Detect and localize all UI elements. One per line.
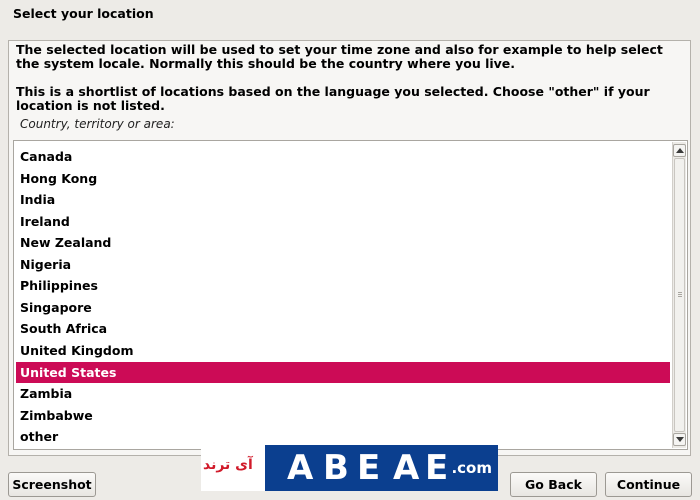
- location-listbox[interactable]: Canada Hong Kong India Ireland New Zealand Ni…: [13, 140, 688, 450]
- watermark-glyph: A: [287, 448, 314, 488]
- list-item[interactable]: Singapore: [16, 297, 670, 318]
- list-item[interactable]: United States: [16, 361, 670, 383]
- go-back-button[interactable]: Go Back: [510, 472, 597, 497]
- continue-button[interactable]: Continue: [605, 472, 692, 497]
- list-item[interactable]: Nigeria: [16, 254, 670, 275]
- list-item[interactable]: other: [16, 426, 670, 447]
- scroll-up-button[interactable]: [673, 144, 686, 157]
- list-item[interactable]: Zimbabwe: [16, 405, 670, 426]
- scroll-grip-line: [678, 292, 682, 293]
- watermark-right-block: .com ABEAE: [265, 445, 498, 491]
- scroll-grip-line: [678, 294, 682, 295]
- scroll-grip-line: [678, 296, 682, 297]
- page-title: Select your location: [13, 6, 154, 21]
- list-item[interactable]: South Africa: [16, 318, 670, 339]
- list-item[interactable]: Canada: [16, 146, 670, 167]
- scroll-thumb[interactable]: [674, 158, 685, 432]
- watermark-suffix: .com: [451, 459, 492, 477]
- chevron-down-icon: [676, 437, 684, 442]
- list-item[interactable]: United Kingdom: [16, 340, 670, 361]
- screenshot-button[interactable]: Screenshot: [8, 472, 96, 497]
- watermark-left-text: آی ترند: [203, 457, 253, 473]
- description-paragraph-2: This is a shortlist of locations based o…: [16, 84, 650, 113]
- list-item[interactable]: Ireland: [16, 211, 670, 232]
- watermark-glyph: E: [425, 448, 449, 488]
- list-item[interactable]: Hong Kong: [16, 168, 670, 189]
- list-item[interactable]: India: [16, 189, 670, 210]
- watermark-logo: آی ترند .com ABEAE: [201, 445, 498, 491]
- description-paragraph-1: The selected location will be used to se…: [16, 42, 663, 71]
- chevron-up-icon: [676, 148, 684, 153]
- vertical-scrollbar[interactable]: [672, 142, 686, 448]
- watermark-glyph: E: [357, 448, 381, 488]
- list-item[interactable]: New Zealand: [16, 232, 670, 253]
- watermark-glyph: B: [323, 448, 349, 488]
- scroll-down-button[interactable]: [673, 433, 686, 446]
- title-bar: Select your location: [0, 0, 700, 30]
- watermark-glyph: A: [393, 448, 420, 488]
- list-item[interactable]: Zambia: [16, 383, 670, 404]
- list-item[interactable]: Philippines: [16, 275, 670, 296]
- watermark-left-block: آی ترند: [201, 445, 265, 491]
- country-field-label: Country, territory or area:: [20, 117, 175, 131]
